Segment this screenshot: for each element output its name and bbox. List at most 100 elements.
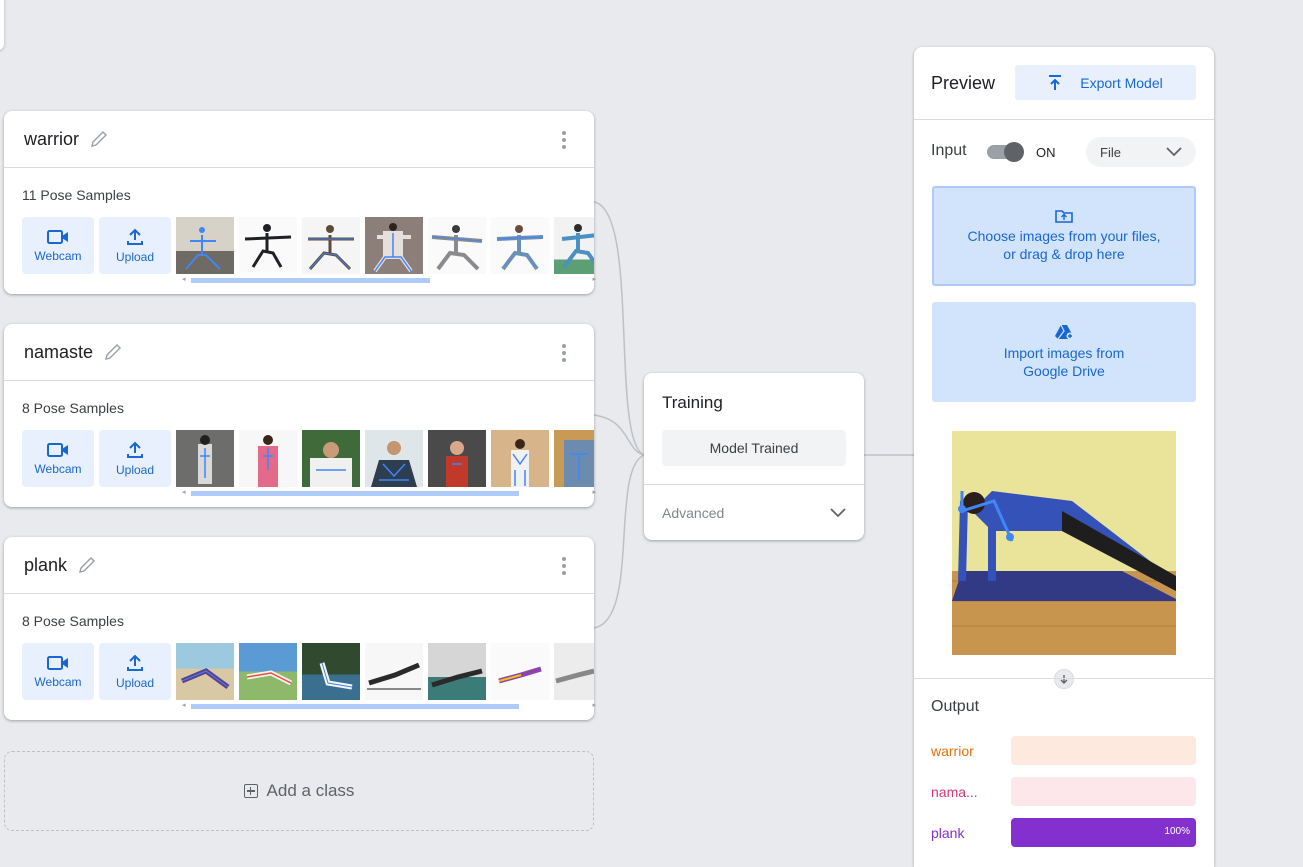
preview-panel: Preview Export Model Input ON File Choos… bbox=[914, 47, 1214, 867]
sample-thumbnail[interactable] bbox=[491, 217, 549, 274]
input-preview-image bbox=[952, 431, 1176, 655]
class-name[interactable]: warrior bbox=[24, 129, 79, 150]
sample-row: Webcam Upload bbox=[22, 643, 594, 701]
class-name[interactable]: namaste bbox=[24, 342, 93, 363]
class-card-warrior: warrior 11 Pose Samples Webcam Upload ◂ … bbox=[4, 111, 596, 294]
class-header: namaste bbox=[4, 324, 594, 381]
sample-thumbnail[interactable] bbox=[428, 217, 486, 274]
output-class-name: warrior bbox=[931, 742, 974, 759]
output-label: Output bbox=[931, 698, 980, 715]
sample-thumbnail[interactable] bbox=[365, 643, 423, 700]
sample-thumbnail[interactable] bbox=[491, 643, 549, 700]
webcam-button[interactable]: Webcam bbox=[22, 430, 94, 487]
pencil-icon[interactable] bbox=[103, 342, 123, 362]
sample-thumbnail[interactable] bbox=[239, 430, 297, 487]
thumbnail-scrollbar[interactable]: ◂ ▸ bbox=[180, 275, 598, 284]
sample-thumbnail[interactable] bbox=[365, 217, 423, 274]
sample-thumbnails bbox=[176, 430, 594, 487]
export-model-button[interactable]: Export Model bbox=[1015, 65, 1196, 100]
more-options-icon[interactable] bbox=[556, 344, 572, 362]
class-header: plank bbox=[4, 537, 594, 594]
arrow-down-icon bbox=[1054, 669, 1074, 689]
sample-count: 11 Pose Samples bbox=[22, 187, 131, 203]
sample-row: Webcam Upload bbox=[22, 430, 594, 488]
sample-thumbnail[interactable] bbox=[239, 643, 297, 700]
output-class-name: plank bbox=[931, 824, 965, 841]
sample-thumbnail[interactable] bbox=[302, 643, 360, 700]
sample-thumbnail[interactable] bbox=[554, 643, 594, 700]
more-options-icon[interactable] bbox=[556, 557, 572, 575]
sample-count: 8 Pose Samples bbox=[22, 613, 124, 629]
preview-title: Preview bbox=[931, 73, 996, 93]
pencil-icon[interactable] bbox=[77, 555, 97, 575]
export-label: Export Model bbox=[1080, 74, 1163, 91]
sample-thumbnail[interactable] bbox=[176, 430, 234, 487]
upload-icon bbox=[127, 654, 143, 671]
add-class-label: Add a class bbox=[266, 781, 355, 800]
partial-card bbox=[0, 0, 4, 50]
scroll-left-icon[interactable]: ◂ bbox=[182, 275, 186, 283]
toggle-state: ON bbox=[1036, 145, 1056, 160]
thumbnail-scrollbar[interactable]: ◂ ▸ bbox=[180, 701, 598, 710]
upload-button[interactable]: Upload bbox=[99, 217, 171, 274]
class-name[interactable]: plank bbox=[24, 555, 67, 576]
webcam-icon bbox=[47, 229, 68, 244]
scroll-right-icon[interactable]: ▸ bbox=[592, 488, 596, 496]
sample-thumbnail[interactable] bbox=[554, 217, 594, 274]
sample-thumbnail[interactable] bbox=[239, 217, 297, 274]
chevron-down-icon bbox=[830, 508, 846, 518]
scroll-right-icon[interactable]: ▸ bbox=[592, 275, 596, 283]
input-label: Input bbox=[931, 142, 967, 159]
thumbnail-scrollbar[interactable]: ◂ ▸ bbox=[180, 488, 598, 497]
sample-thumbnail[interactable] bbox=[176, 217, 234, 274]
upload-button[interactable]: Upload bbox=[99, 430, 171, 487]
output-row-namaste: nama... bbox=[931, 777, 1196, 806]
input-source-select[interactable]: File bbox=[1086, 137, 1196, 167]
add-class-button[interactable]: Add a class bbox=[4, 751, 594, 831]
sample-thumbnail[interactable] bbox=[491, 430, 549, 487]
file-drop-zone[interactable]: Choose images from your files, or drag &… bbox=[932, 186, 1196, 286]
sample-thumbnail[interactable] bbox=[302, 217, 360, 274]
input-source-value: File bbox=[1100, 144, 1121, 160]
confidence-bar bbox=[1011, 736, 1196, 765]
more-options-icon[interactable] bbox=[556, 131, 572, 149]
sample-thumbnail[interactable] bbox=[428, 430, 486, 487]
google-drive-import[interactable]: Import images from Google Drive bbox=[932, 302, 1196, 402]
advanced-label: Advanced bbox=[662, 505, 725, 521]
drive-text-line1: Import images from bbox=[1003, 345, 1125, 361]
class-card-plank: plank 8 Pose Samples Webcam Upload ◂ ▸ bbox=[4, 537, 596, 720]
chevron-down-icon bbox=[1166, 147, 1182, 157]
sample-thumbnail[interactable] bbox=[554, 430, 594, 487]
input-toggle[interactable] bbox=[987, 142, 1024, 162]
sample-thumbnail[interactable] bbox=[365, 430, 423, 487]
webcam-button[interactable]: Webcam bbox=[22, 217, 94, 274]
webcam-button[interactable]: Webcam bbox=[22, 643, 94, 700]
sample-thumbnail[interactable] bbox=[428, 643, 486, 700]
webcam-icon bbox=[47, 442, 68, 457]
sample-thumbnail[interactable] bbox=[176, 643, 234, 700]
training-title: Training bbox=[662, 393, 723, 412]
pencil-icon[interactable] bbox=[89, 129, 109, 149]
upload-label: Upload bbox=[115, 462, 155, 477]
upload-icon bbox=[127, 441, 143, 458]
advanced-toggle[interactable]: Advanced bbox=[662, 505, 846, 521]
class-header: warrior bbox=[4, 111, 594, 168]
export-icon bbox=[1049, 74, 1062, 90]
folder-upload-icon bbox=[1055, 210, 1073, 223]
output-class-name: nama... bbox=[931, 783, 978, 800]
sample-thumbnail[interactable] bbox=[302, 430, 360, 487]
drive-text-line2: Google Drive bbox=[1023, 363, 1105, 379]
output-row-plank: plank 100% bbox=[931, 818, 1196, 847]
scroll-right-icon[interactable]: ▸ bbox=[592, 701, 596, 709]
scroll-left-icon[interactable]: ◂ bbox=[182, 701, 186, 709]
sample-count: 8 Pose Samples bbox=[22, 400, 124, 416]
confidence-percent: 100% bbox=[1164, 826, 1190, 837]
output-row-warrior: warrior bbox=[931, 736, 1196, 765]
train-model-button[interactable]: Model Trained bbox=[662, 430, 846, 466]
add-box-icon bbox=[243, 784, 258, 798]
sample-thumbnails bbox=[176, 643, 594, 700]
sample-row: Webcam Upload bbox=[22, 217, 594, 275]
webcam-label: Webcam bbox=[34, 461, 82, 476]
upload-button[interactable]: Upload bbox=[99, 643, 171, 700]
scroll-left-icon[interactable]: ◂ bbox=[182, 488, 186, 496]
